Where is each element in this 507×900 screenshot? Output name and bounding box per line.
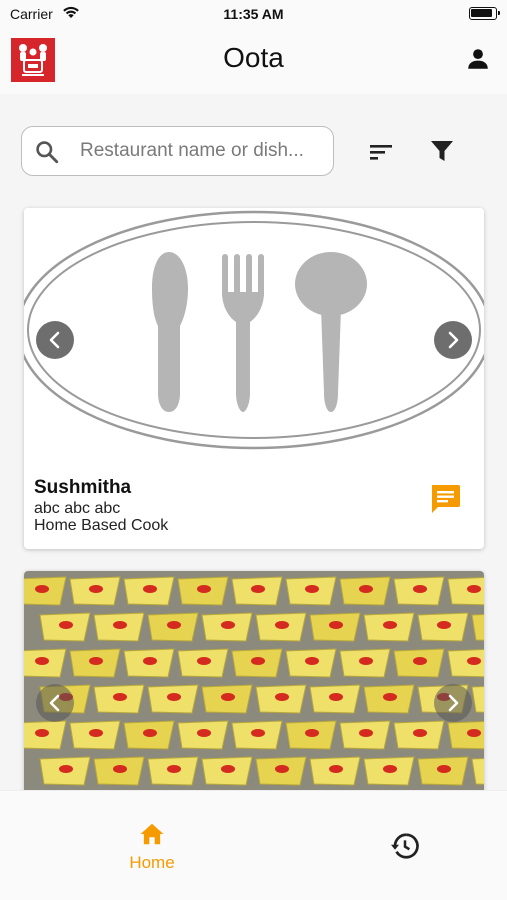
restaurant-name: Sushmitha	[34, 477, 132, 498]
restaurant-card[interactable]	[24, 571, 484, 790]
carousel-next-button[interactable]	[434, 321, 472, 359]
battery-icon	[469, 7, 500, 20]
status-bar: Carrier 11:35 AM	[0, 0, 507, 26]
chevron-left-icon	[49, 331, 60, 349]
chevron-right-icon	[448, 331, 459, 349]
restaurant-card[interactable]: Sushmitha abc abc abc Home Based Cook	[24, 208, 484, 549]
clock: 11:35 AM	[223, 6, 284, 22]
page-title: Oota	[223, 42, 284, 73]
chevron-right-icon	[448, 694, 459, 712]
cutlery-placeholder-image	[24, 208, 484, 470]
chevron-left-icon	[49, 694, 60, 712]
restaurant-subtitle: abc abc abc	[34, 500, 121, 517]
sort-icon[interactable]	[368, 140, 396, 164]
app-bar: Oota	[0, 26, 507, 94]
carousel-prev-button[interactable]	[36, 684, 74, 722]
nav-item-home[interactable]: Home	[112, 821, 192, 875]
filter-icon[interactable]	[428, 138, 456, 164]
restaurant-type: Home Based Cook	[34, 517, 169, 534]
carousel-next-button[interactable]	[434, 684, 472, 722]
nav-item-home-label: Home	[129, 853, 175, 872]
bottom-nav: Home	[0, 790, 507, 900]
person-icon[interactable]	[465, 46, 491, 72]
dish-photo-image	[24, 571, 484, 790]
home-icon	[140, 823, 164, 845]
carousel-prev-button[interactable]	[36, 321, 74, 359]
search-icon	[36, 141, 59, 164]
chat-icon[interactable]	[428, 482, 462, 516]
search-box	[21, 126, 334, 176]
search-input[interactable]	[80, 127, 330, 174]
history-icon[interactable]	[390, 831, 420, 861]
search-row	[0, 94, 507, 204]
restaurant-list: Sushmitha abc abc abc Home Based Cook	[0, 204, 507, 790]
